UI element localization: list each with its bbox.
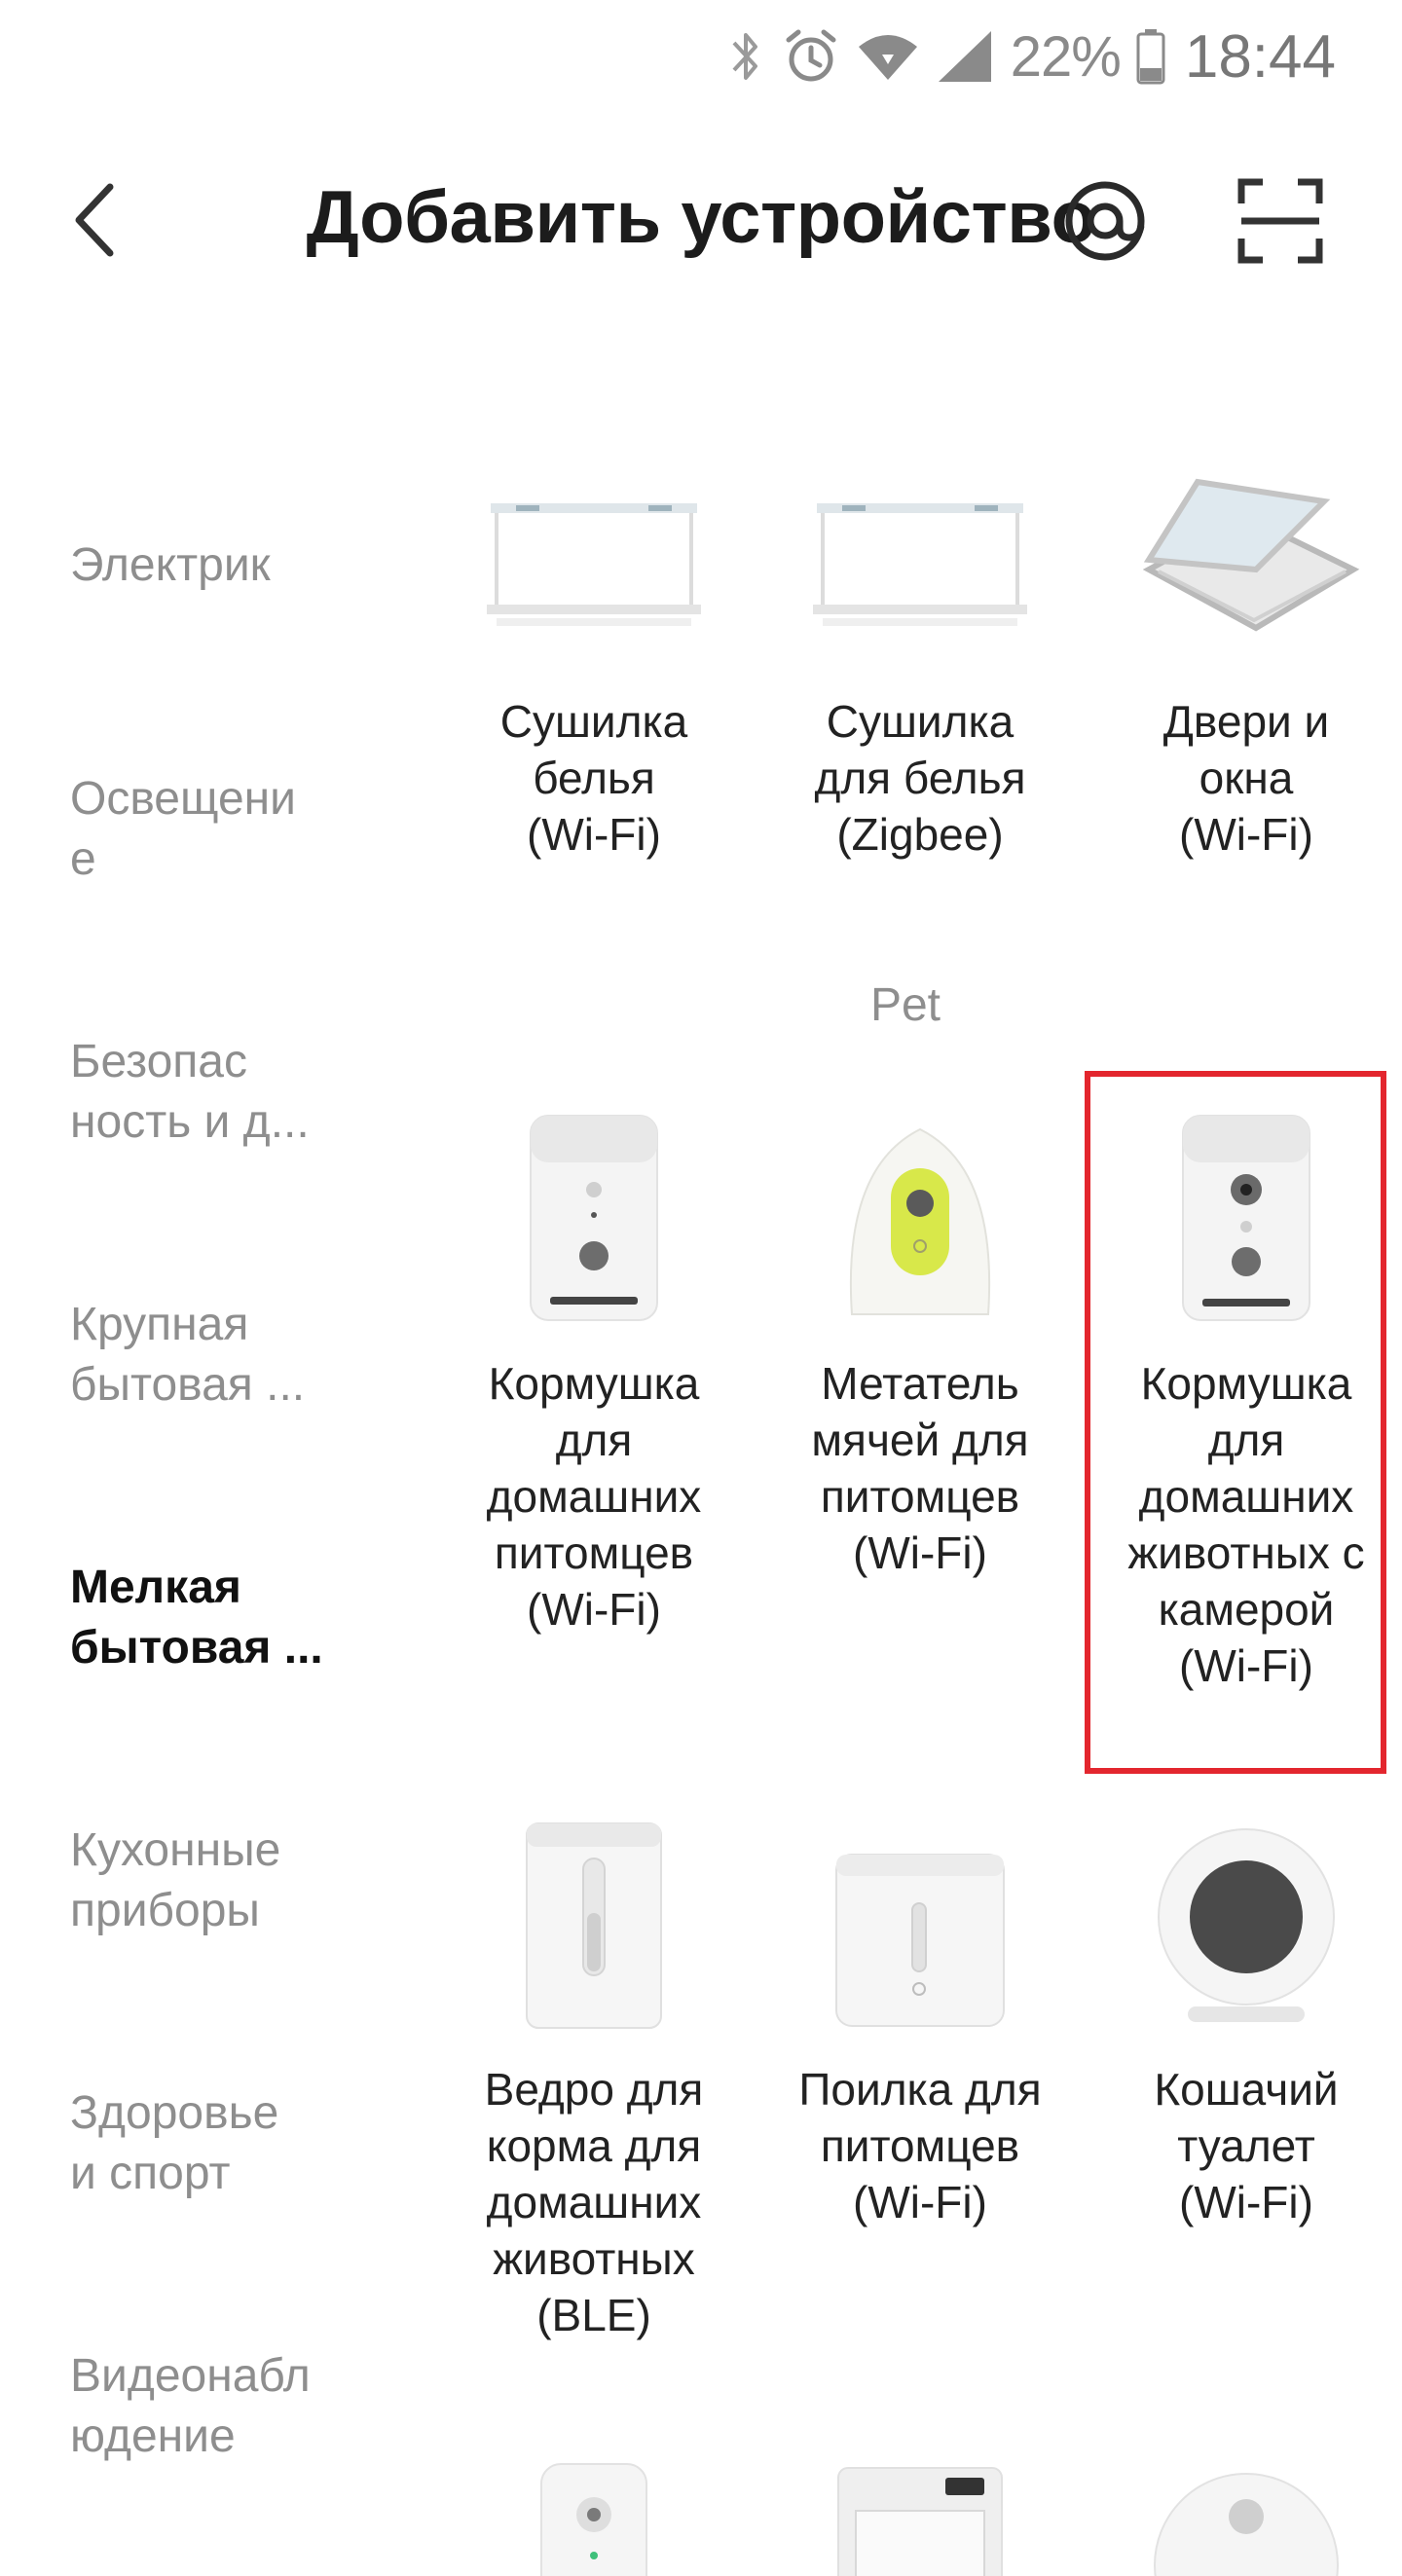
- pet-toy-icon: [1081, 2424, 1402, 2576]
- device-dryer-wifi[interactable]: Сушилка белья (Wi-Fi): [428, 448, 759, 863]
- scan-icon: [1237, 178, 1323, 269]
- device-pet-feeder[interactable]: Кормушка для домашних питомцев (Wi-Fi): [428, 1110, 759, 1638]
- page-title: Добавить устройство: [306, 176, 1096, 259]
- device-name: Сушилка для белья (Zigbee): [814, 696, 1026, 860]
- device-name: Ведро для корма для домашних животных (B…: [484, 2064, 704, 2340]
- device-partial-3[interactable]: [1081, 2424, 1402, 2576]
- sidebar-item-large-appliances[interactable]: Крупная бытовая ...: [70, 1295, 382, 1416]
- scan-button[interactable]: [1229, 171, 1332, 275]
- sidebar-item-video[interactable]: Видеонабл юдение: [70, 2346, 382, 2467]
- battery-percentage: 22%: [1010, 24, 1122, 89]
- device-doors-windows[interactable]: Двери и окна (Wi-Fi): [1081, 448, 1402, 863]
- device-ball-launcher[interactable]: Метатель мячей для питомцев (Wi-Fi): [755, 1110, 1086, 1581]
- food-bucket-icon: [428, 1816, 759, 2040]
- sidebar-item-small-appliances[interactable]: Мелкая бытовая ...: [70, 1558, 382, 1678]
- sidebar-item-lighting[interactable]: Освещени е: [70, 769, 382, 890]
- device-cat-litter[interactable]: Кошачий туалет (Wi-Fi): [1081, 1816, 1402, 2230]
- water-fountain-icon: [755, 1816, 1086, 2040]
- pet-door-icon: [755, 2424, 1086, 2576]
- device-name: Двери и окна (Wi-Fi): [1162, 696, 1330, 860]
- app-header: Добавить устройство: [0, 146, 1402, 292]
- device-partial-1[interactable]: [428, 2424, 759, 2576]
- alarm-icon: [781, 26, 841, 87]
- signal-icon: [935, 29, 995, 84]
- bluetooth-icon: [726, 27, 765, 86]
- sidebar-item-security[interactable]: Безопас ность и д...: [70, 1032, 382, 1153]
- sidebar-item-health[interactable]: Здоровье и спорт: [70, 2083, 382, 2204]
- clock: 18:44: [1184, 22, 1336, 91]
- device-food-bucket[interactable]: Ведро для корма для домашних животных (B…: [428, 1816, 759, 2343]
- device-water-fountain[interactable]: Поилка для питомцев (Wi-Fi): [755, 1816, 1086, 2230]
- at-button[interactable]: [1053, 171, 1157, 275]
- battery-icon: [1136, 27, 1165, 86]
- device-name: Сушилка белья (Wi-Fi): [499, 696, 688, 860]
- section-title-pet: Pet: [869, 979, 941, 1031]
- device-name: Метатель мячей для питомцев (Wi-Fi): [811, 1358, 1029, 1578]
- cat-litter-icon: [1081, 1816, 1402, 2040]
- sidebar-item-kitchen[interactable]: Кухонные приборы: [70, 1821, 382, 1941]
- pet-feeder-icon: [428, 1110, 759, 1334]
- device-name: Кормушка для домашних питомцев (Wi-Fi): [486, 1358, 702, 1635]
- sidebar-item-electric[interactable]: Электрик: [70, 535, 382, 596]
- device-dryer-zigbee[interactable]: Сушилка для белья (Zigbee): [755, 448, 1086, 863]
- device-name: Кошачий туалет (Wi-Fi): [1154, 2064, 1339, 2227]
- clothes-dryer-rack-icon: [755, 448, 1086, 672]
- device-name: Поилка для питомцев (Wi-Fi): [798, 2064, 1042, 2227]
- pet-camera-icon: [428, 2424, 759, 2576]
- at-sign-icon: [1061, 177, 1149, 270]
- wifi-icon: [857, 29, 919, 84]
- clothes-dryer-rack-icon: [428, 448, 759, 672]
- status-bar: 22% 18:44: [0, 0, 1402, 113]
- device-partial-2[interactable]: [755, 2424, 1086, 2576]
- window-icon: [1081, 448, 1402, 672]
- ball-launcher-icon: [755, 1110, 1086, 1334]
- selection-highlight: [1085, 1071, 1386, 1774]
